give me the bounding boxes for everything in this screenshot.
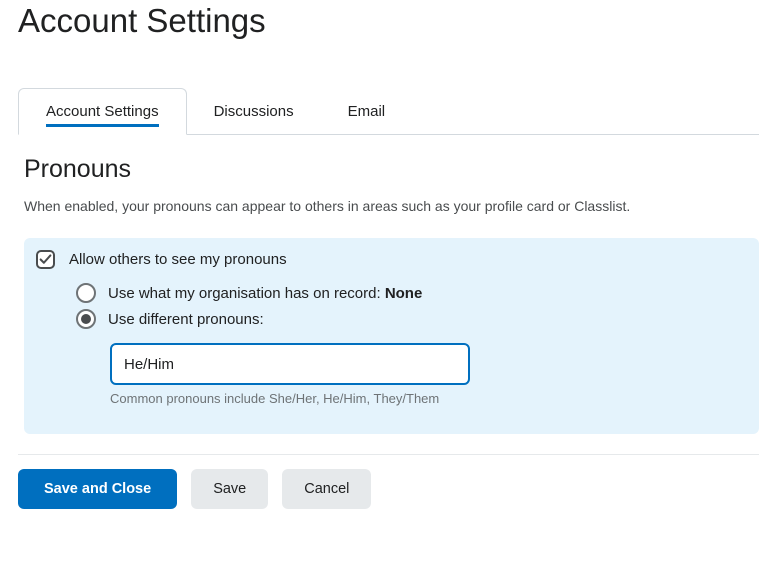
footer-action-bar: Save and Close Save Cancel: [18, 454, 759, 519]
tab-label: Discussions: [214, 103, 294, 120]
save-and-close-button[interactable]: Save and Close: [18, 469, 177, 509]
pronouns-description: When enabled, your pronouns can appear t…: [24, 198, 759, 214]
tab-label: Account Settings: [46, 103, 159, 120]
tab-bar: Account Settings Discussions Email: [18, 88, 759, 135]
radio-org-prefix: Use what my organisation has on record:: [108, 285, 385, 302]
allow-pronouns-label: Allow others to see my pronouns: [69, 251, 287, 268]
tab-account-settings[interactable]: Account Settings: [18, 88, 187, 135]
tab-label: Email: [348, 103, 386, 120]
pronoun-radio-group: Use what my organisation has on record: …: [76, 283, 747, 329]
tab-active-underline: [46, 124, 159, 127]
radio-use-org-label: Use what my organisation has on record: …: [108, 285, 422, 302]
tab-discussions[interactable]: Discussions: [187, 88, 321, 134]
pronoun-hint: Common pronouns include She/Her, He/Him,…: [110, 391, 747, 406]
pronoun-input[interactable]: [110, 343, 470, 385]
radio-org-row: Use what my organisation has on record: …: [76, 283, 747, 303]
radio-custom-row: Use different pronouns:: [76, 309, 747, 329]
save-button[interactable]: Save: [191, 469, 268, 509]
radio-dot-icon: [81, 314, 91, 324]
cancel-button[interactable]: Cancel: [282, 469, 371, 509]
pronouns-settings-box: Allow others to see my pronouns Use what…: [24, 238, 759, 434]
allow-pronouns-checkbox[interactable]: [36, 250, 55, 269]
pronoun-input-wrap: Common pronouns include She/Her, He/Him,…: [110, 343, 747, 406]
check-icon: [39, 253, 52, 266]
page-title: Account Settings: [18, 2, 759, 40]
radio-use-org[interactable]: [76, 283, 96, 303]
tab-email[interactable]: Email: [321, 88, 413, 134]
radio-use-custom-label: Use different pronouns:: [108, 311, 264, 328]
allow-pronouns-row: Allow others to see my pronouns: [36, 250, 747, 269]
pronouns-heading: Pronouns: [24, 155, 759, 184]
radio-use-custom[interactable]: [76, 309, 96, 329]
radio-org-value: None: [385, 285, 423, 302]
